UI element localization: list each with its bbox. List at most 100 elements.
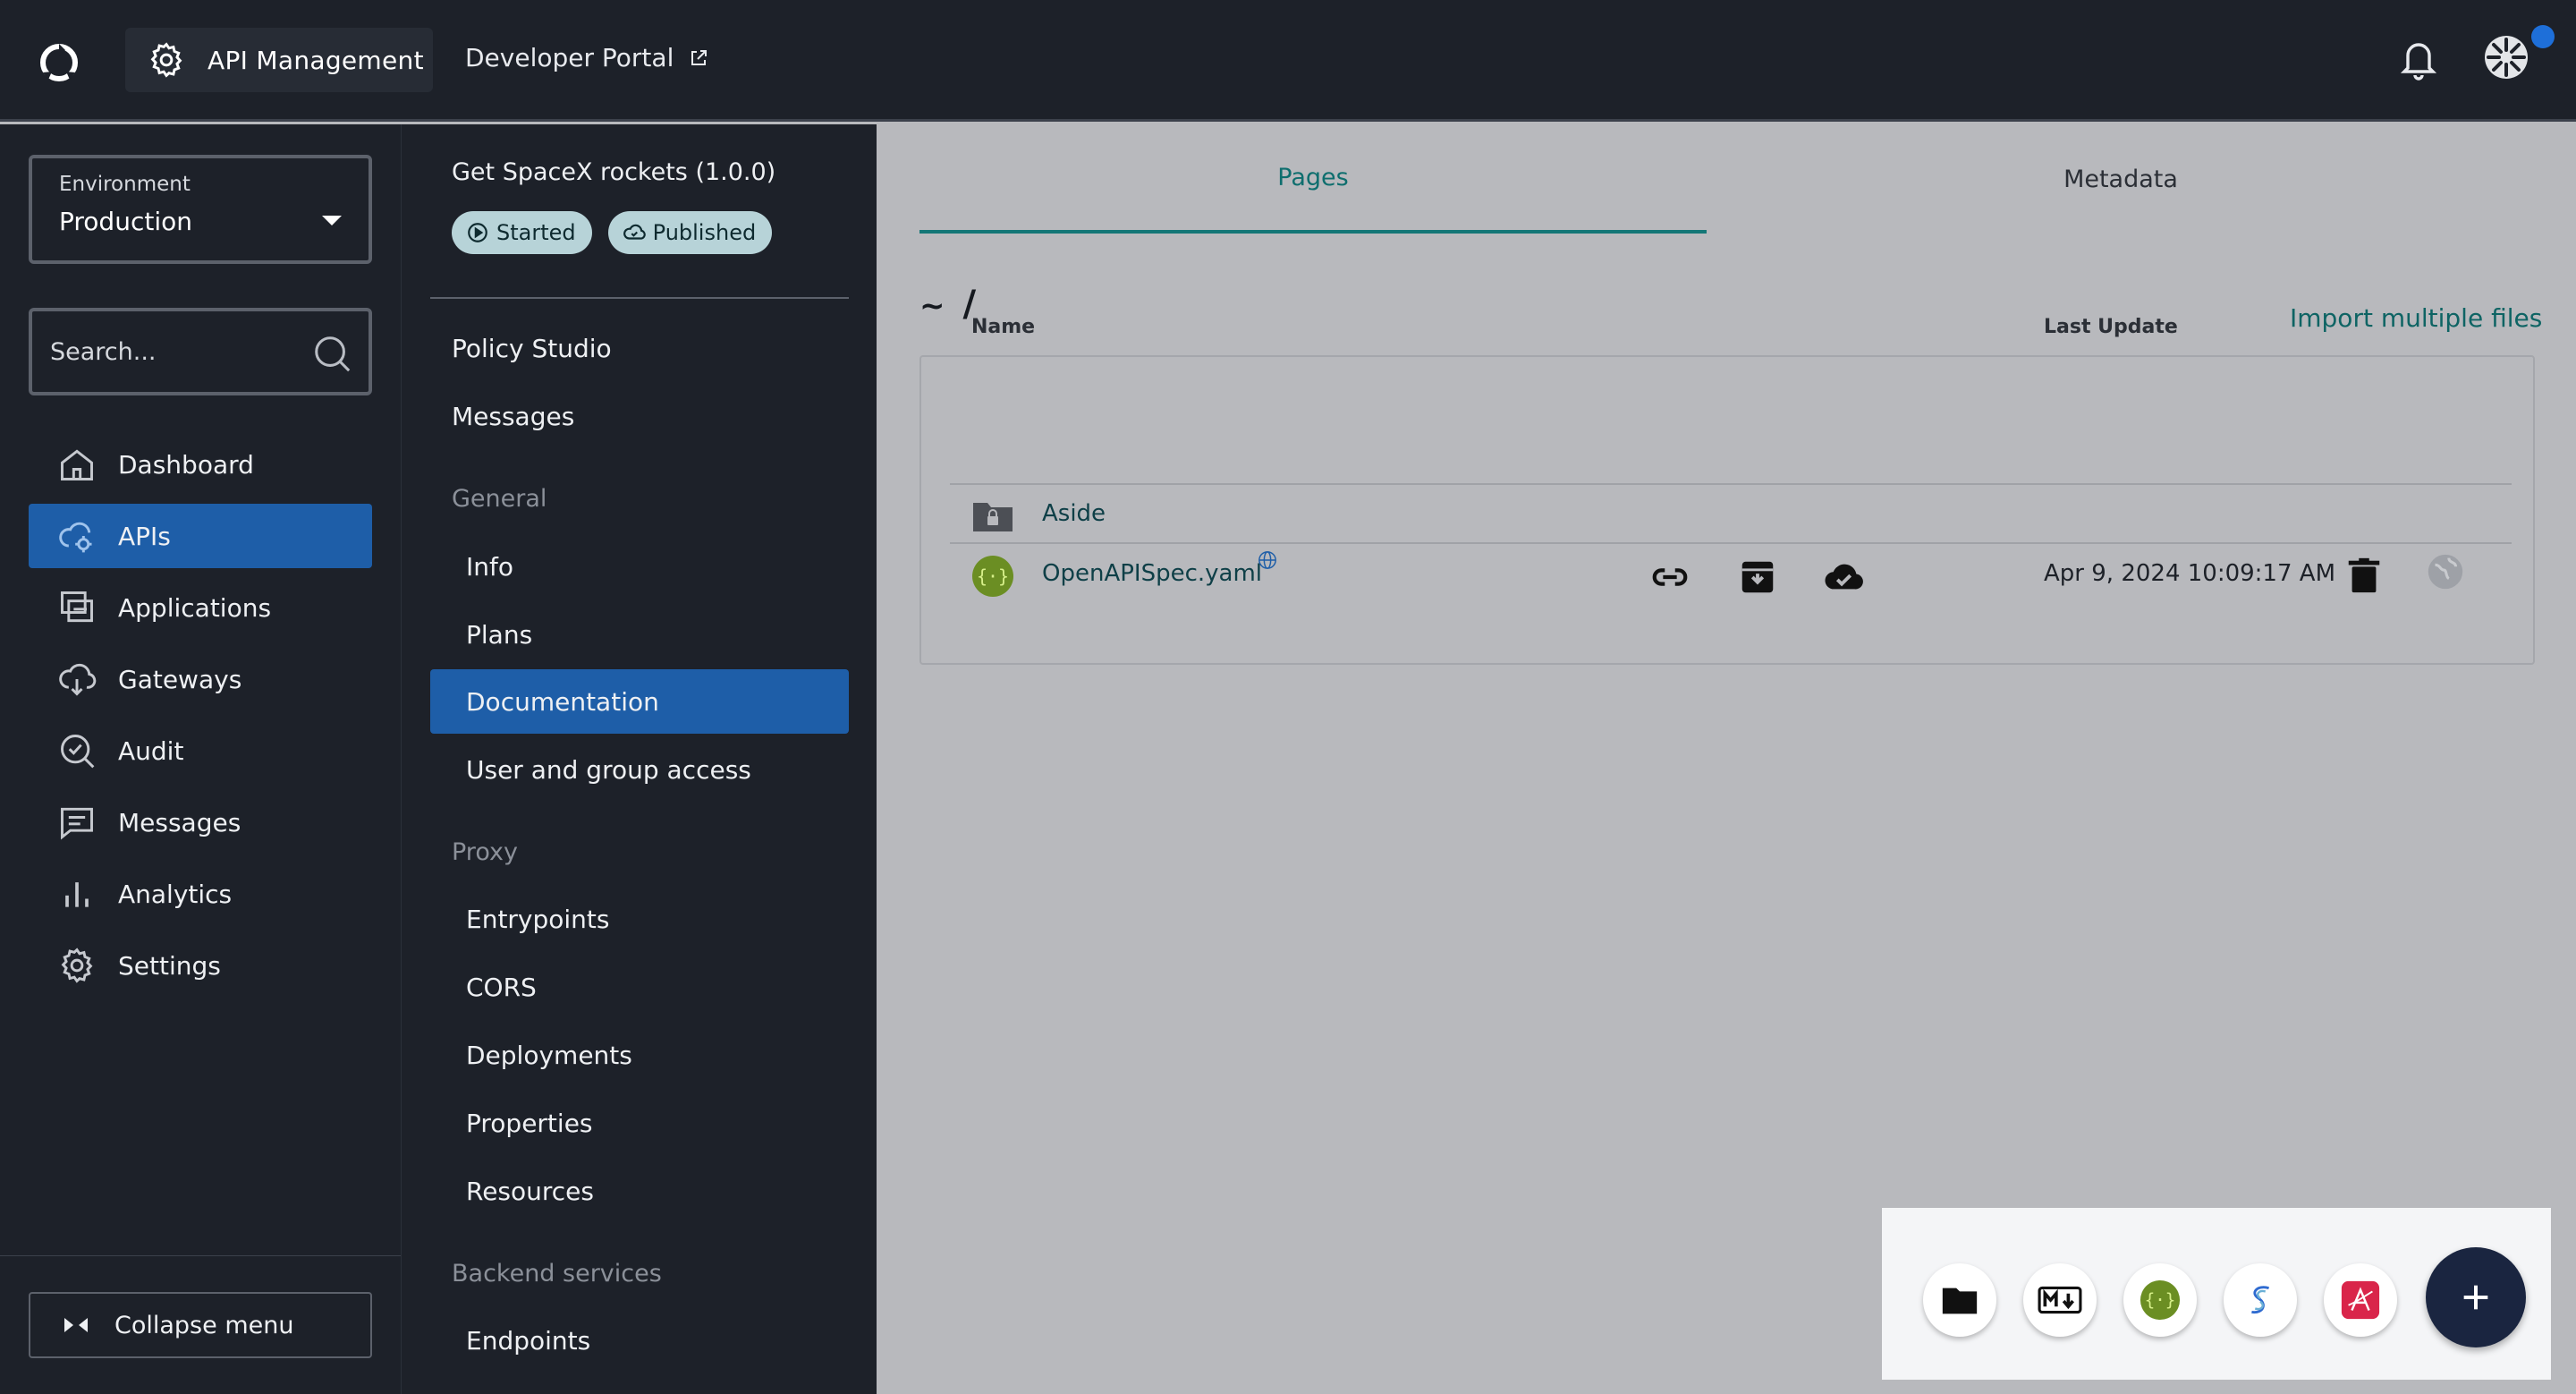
submenu-item-entrypoints[interactable]: Entrypoints	[430, 887, 849, 951]
bell-icon[interactable]	[2397, 36, 2440, 82]
audit-icon	[61, 735, 95, 769]
sidebar-item-settings[interactable]: Settings	[29, 933, 372, 998]
home-icon	[61, 449, 93, 480]
api-title: Get SpaceX rockets (1.0.0)	[452, 158, 776, 186]
sidebar-item-messages[interactable]: Messages	[29, 790, 372, 854]
column-header-last-update: Last Update	[2044, 316, 2178, 338]
sidebar-item-label: Messages	[118, 807, 242, 837]
sidebar-item-label: Applications	[118, 592, 272, 623]
submenu-item-user-group-access[interactable]: User and group access	[430, 737, 849, 802]
swagger-icon	[2251, 1286, 2269, 1313]
status-badge-started: Started	[452, 211, 592, 254]
main-sidebar: Environment Production Dashboard APIs Ap…	[0, 124, 401, 1394]
notification-dot	[2531, 25, 2555, 48]
pages-table-card	[919, 355, 2535, 665]
avatar[interactable]	[2483, 34, 2529, 81]
environment-value: Production	[59, 207, 192, 236]
submenu-item-deployments[interactable]: Deployments	[430, 1023, 849, 1087]
breadcrumb-root[interactable]: ~	[919, 288, 945, 324]
add-swagger-button[interactable]	[2224, 1263, 2297, 1337]
add-page-fab[interactable]	[2426, 1247, 2526, 1347]
folder-icon	[1942, 1288, 1978, 1314]
api-submenu: Get SpaceX rockets (1.0.0) Started Publi…	[401, 124, 877, 1394]
submenu-divider	[430, 297, 849, 299]
sidebar-divider	[0, 1255, 401, 1256]
submenu-item-cors[interactable]: CORS	[430, 955, 849, 1019]
tab-bar: Pages Metadata	[919, 124, 2535, 234]
collapse-menu-label: Collapse menu	[114, 1311, 294, 1339]
badge-label: Published	[652, 220, 757, 245]
svg-text:{·}: {·}	[977, 565, 1009, 587]
add-markdown-button[interactable]	[2023, 1263, 2097, 1337]
search-icon[interactable]	[311, 333, 352, 374]
openapi-icon: {·}	[2140, 1279, 2181, 1321]
add-folder-button[interactable]	[1923, 1263, 1996, 1337]
status-badge-published: Published	[607, 211, 773, 254]
environment-select[interactable]: Environment Production	[29, 155, 372, 264]
sidebar-item-dashboard[interactable]: Dashboard	[29, 432, 372, 497]
api-management-button[interactable]: API Management	[125, 28, 433, 92]
cloud-api-icon	[59, 522, 92, 553]
breadcrumb: ~ /	[919, 284, 976, 325]
add-openapi-button[interactable]: {·}	[2123, 1263, 2197, 1337]
row-name[interactable]: OpenAPISpec.yaml	[1042, 560, 1262, 587]
sidebar-item-apis[interactable]: APIs	[29, 504, 372, 568]
submenu-item-info[interactable]: Info	[430, 534, 849, 599]
submenu-section-backend: Backend services	[452, 1260, 662, 1288]
import-multiple-files-link[interactable]: Import multiple files	[2290, 303, 2542, 333]
gear-icon	[150, 42, 182, 78]
search-input[interactable]	[50, 331, 301, 372]
submenu-item-plans[interactable]: Plans	[430, 602, 849, 667]
main-nav: Dashboard APIs Applications Gateways Aud…	[29, 432, 372, 1005]
sidebar-item-analytics[interactable]: Analytics	[29, 862, 372, 926]
sidebar-item-label: Gateways	[118, 664, 242, 694]
row-name[interactable]: Aside	[1042, 500, 1106, 527]
submenu-section-general: General	[452, 485, 547, 513]
sidebar-item-applications[interactable]: Applications	[29, 575, 372, 640]
plus-icon	[2463, 1285, 2488, 1310]
globe-icon[interactable]	[2425, 551, 2466, 592]
top-bar: API Management Developer Portal	[0, 0, 2576, 122]
column-header-name: Name	[971, 316, 1036, 338]
asyncapi-icon	[2341, 1280, 2380, 1320]
published-globe-icon	[1258, 551, 1276, 569]
sidebar-item-label: APIs	[118, 521, 171, 551]
add-page-panel: {·}	[1882, 1208, 2551, 1380]
tab-pages[interactable]: Pages	[919, 124, 1707, 234]
cloud-done-icon[interactable]	[1823, 557, 1864, 598]
link-icon[interactable]	[1649, 557, 1690, 598]
tab-metadata[interactable]: Metadata	[1727, 124, 2514, 234]
submenu-item-messages[interactable]: Messages	[430, 384, 849, 448]
collapse-icon	[64, 1318, 88, 1332]
gear-icon	[61, 948, 93, 983]
sidebar-item-label: Settings	[118, 950, 221, 981]
delete-icon[interactable]	[2343, 555, 2385, 596]
api-status-badges: Started Published	[452, 211, 773, 254]
submenu-item-resources[interactable]: Resources	[430, 1159, 849, 1223]
row-last-update: Apr 9, 2024 10:09:17 AM	[2044, 560, 2336, 587]
submenu-item-properties[interactable]: Properties	[430, 1091, 849, 1155]
submenu-item-policy-studio[interactable]: Policy Studio	[430, 316, 849, 380]
locked-folder-icon	[973, 503, 1013, 531]
app-title: API Management	[208, 45, 424, 75]
sidebar-item-audit[interactable]: Audit	[29, 718, 372, 783]
markdown-icon	[2038, 1286, 2082, 1314]
submenu-section-proxy: Proxy	[452, 838, 518, 866]
header-divider	[950, 483, 2512, 485]
developer-portal-link[interactable]: Developer Portal	[465, 43, 709, 72]
submenu-item-documentation[interactable]: Documentation	[430, 669, 849, 734]
sidebar-search	[29, 308, 372, 395]
archive-download-icon[interactable]	[1737, 557, 1778, 598]
sidebar-item-label: Audit	[118, 735, 184, 766]
submenu-item-endpoints[interactable]: Endpoints	[430, 1308, 849, 1373]
message-icon	[61, 807, 93, 840]
add-asyncapi-button[interactable]	[2324, 1263, 2397, 1337]
analytics-icon	[65, 882, 89, 907]
sidebar-item-label: Dashboard	[118, 449, 254, 480]
sidebar-item-gateways[interactable]: Gateways	[29, 647, 372, 711]
developer-portal-label: Developer Portal	[465, 43, 674, 72]
collapse-menu-button[interactable]: Collapse menu	[29, 1292, 372, 1358]
caret-down-icon	[322, 216, 342, 225]
badge-label: Started	[496, 220, 576, 245]
gravitee-logo-icon[interactable]	[36, 39, 82, 86]
